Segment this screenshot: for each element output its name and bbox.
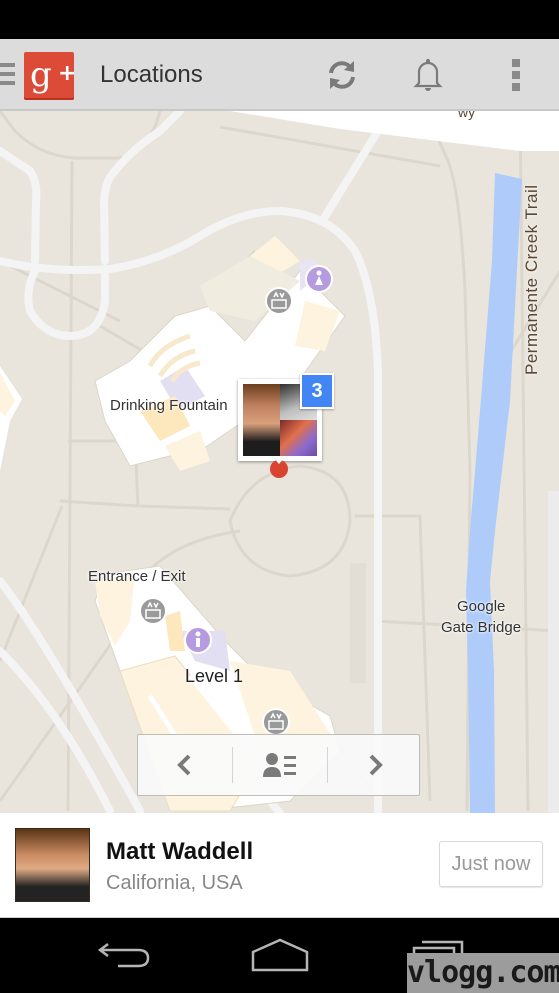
cluster-photo [280, 420, 317, 456]
status-bar [0, 0, 559, 39]
map-label-drinking-fountain[interactable]: Drinking Fountain [110, 397, 228, 414]
map-label-entrance-exit[interactable]: Entrance / Exit [88, 568, 186, 585]
people-list-button[interactable] [233, 735, 327, 795]
home-button[interactable] [240, 930, 320, 980]
elevator-icon [262, 708, 290, 736]
refresh-icon[interactable] [320, 53, 364, 97]
restroom-women-icon [305, 265, 333, 293]
map-label-trail: Permanente Creek Trail [522, 184, 541, 375]
previous-button[interactable] [138, 735, 232, 795]
people-list-icon [263, 753, 296, 777]
home-icon [251, 938, 309, 972]
person-name: Matt Waddell [106, 838, 254, 865]
map-label-level: Level 1 [185, 666, 244, 686]
watermark: vlogg.com [407, 953, 559, 993]
chevron-right-icon [369, 754, 383, 776]
elevator-icon [139, 597, 167, 625]
person-location: California, USA [106, 872, 243, 894]
chevron-left-icon [177, 754, 191, 776]
elevator-icon [265, 287, 293, 315]
cluster-photo [243, 384, 280, 456]
next-button[interactable] [328, 735, 422, 795]
action-bar: g + Locations [0, 39, 559, 111]
timestamp-button[interactable]: Just now [439, 841, 543, 887]
back-button[interactable] [84, 930, 164, 980]
cluster-count-badge: 3 [300, 373, 334, 409]
map-label-bridge-line2[interactable]: Gate Bridge [441, 619, 521, 636]
person-card[interactable]: Matt Waddell California, USA Just now [0, 813, 559, 918]
google-plus-logo[interactable]: g + [24, 52, 76, 100]
location-pin-icon[interactable] [270, 458, 288, 478]
map-label-bridge-line1[interactable]: Google [457, 598, 505, 615]
restroom-icon [184, 626, 212, 654]
road-label: wy [458, 111, 476, 120]
person-navigator [137, 734, 420, 796]
notifications-bell-icon[interactable] [406, 53, 450, 97]
menu-drawer-icon[interactable] [0, 63, 16, 87]
avatar[interactable] [15, 828, 90, 902]
back-icon [97, 943, 150, 968]
overflow-menu-icon[interactable] [494, 53, 538, 97]
page-title: Locations [100, 61, 203, 88]
